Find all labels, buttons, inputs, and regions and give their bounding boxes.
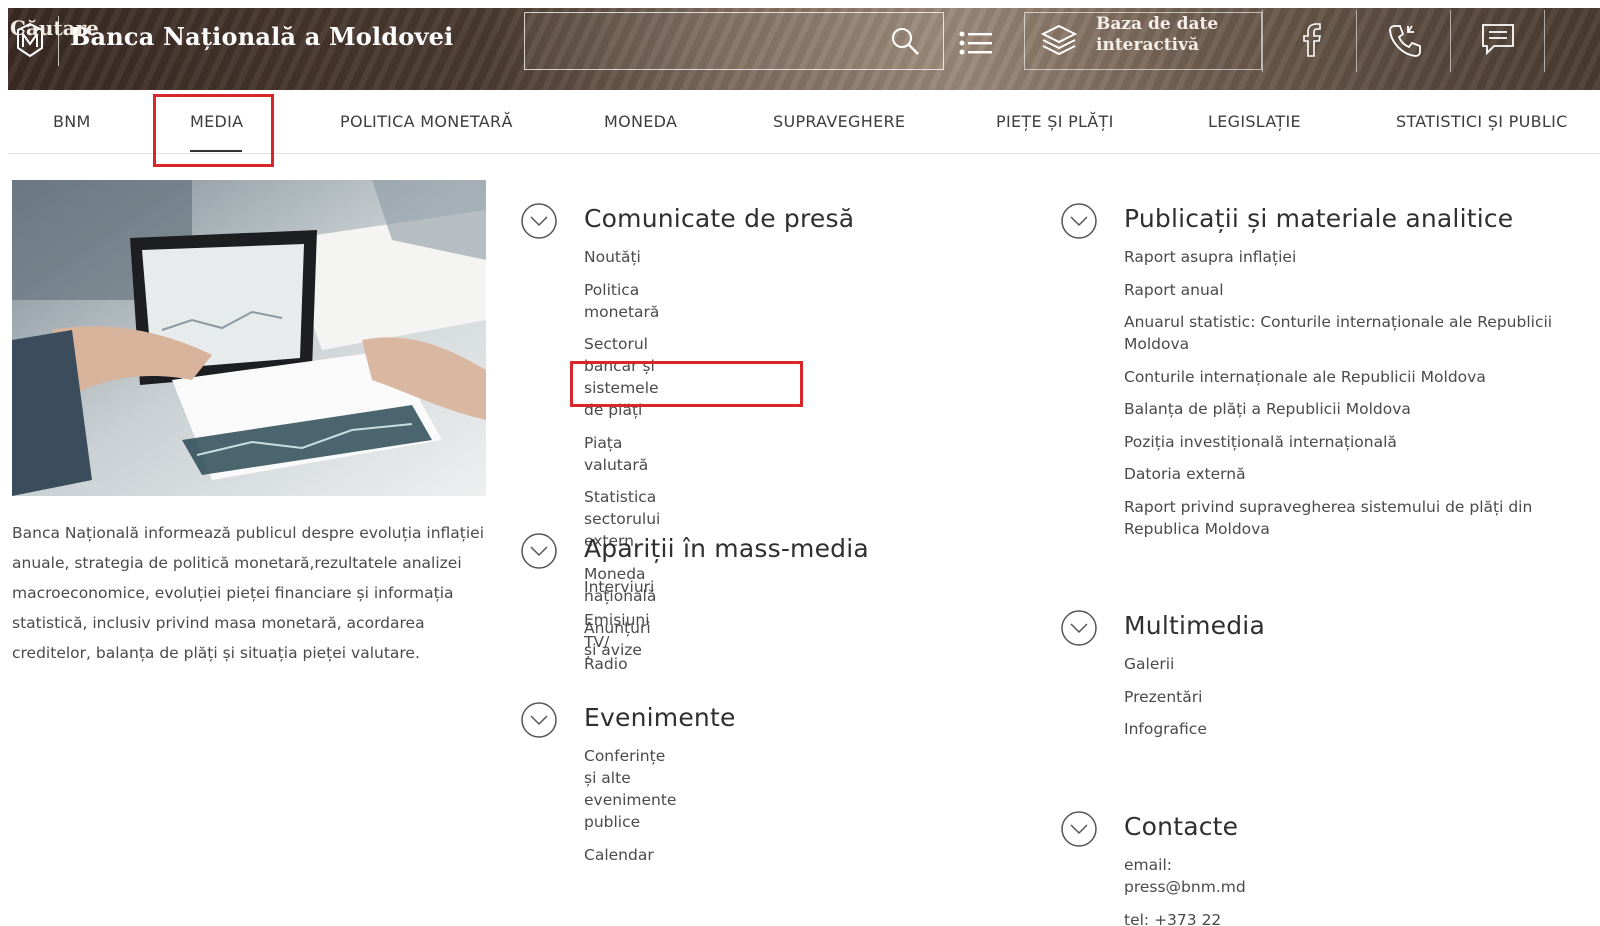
toolbar-divider [1262, 10, 1263, 72]
toolbar-divider [1450, 10, 1451, 72]
toolbar-divider [1544, 10, 1545, 72]
link-raport-anual[interactable]: Raport anual [1124, 279, 1554, 301]
chevron-down-icon[interactable] [1060, 609, 1098, 647]
media-tab-highlight [153, 94, 274, 167]
link-list: Raport asupra inflației Raport anual Anu… [1124, 246, 1554, 550]
nav-item-statistici[interactable]: STATISTICI ȘI PUBLIC [1396, 112, 1568, 131]
list-icon[interactable] [958, 30, 994, 56]
link-highlight [570, 361, 803, 407]
link-list: email: press@bnm.md tel: +373 22 822 410 [1124, 854, 1246, 926]
link-emisiuni[interactable]: Emisiuni TV/ Radio [584, 609, 654, 675]
link-datoria-externa[interactable]: Datoria externă [1124, 463, 1554, 485]
link-calendar[interactable]: Calendar [584, 844, 676, 866]
link-list: Conferințe și alte evenimente publice Ca… [584, 745, 676, 876]
link-noutati[interactable]: Noutăți [584, 246, 660, 268]
link-politica-monetara[interactable]: Politica monetară [584, 279, 660, 323]
link-raport-supraveghere[interactable]: Raport privind supravegherea sistemului … [1124, 496, 1554, 540]
link-list: Galerii Prezentări Infografice [1124, 653, 1207, 751]
link-interviuri[interactable]: Interviuri [584, 576, 654, 598]
chevron-down-icon[interactable] [520, 701, 558, 739]
search-box [524, 12, 944, 70]
nav-item-legislatie[interactable]: LEGISLAȚIE [1208, 112, 1301, 131]
link-piata-valutara[interactable]: Piața valutară [584, 432, 660, 476]
chevron-down-icon[interactable] [520, 202, 558, 240]
link-list: Interviuri Emisiuni TV/ Radio [584, 576, 654, 685]
phone-icon[interactable] [1388, 22, 1424, 58]
link-galerii[interactable]: Galerii [1124, 653, 1207, 675]
layers-icon [1040, 24, 1078, 56]
chevron-down-icon[interactable] [520, 532, 558, 570]
nav-item-piete-si-plati[interactable]: PIEȚE ȘI PLĂȚI [996, 112, 1114, 131]
link-infografice[interactable]: Infografice [1124, 718, 1207, 740]
nav-item-politica-monetara[interactable]: POLITICA MONETARĂ [340, 112, 513, 131]
link-anuarul-statistic[interactable]: Anuarul statistic: Conturile internațion… [1124, 311, 1554, 355]
section-title[interactable]: Multimedia [1124, 611, 1265, 640]
database-label[interactable]: Baza de date interactivă [1096, 14, 1246, 56]
nav-item-supraveghere[interactable]: SUPRAVEGHERE [773, 112, 905, 131]
section-title[interactable]: Publicații și materiale analitice [1124, 204, 1513, 233]
nav-item-moneda[interactable]: MONEDA [604, 112, 677, 131]
search-input[interactable] [10, 12, 350, 44]
section-title[interactable]: Comunicate de presă [584, 204, 854, 233]
contact-email[interactable]: email: press@bnm.md [1124, 854, 1246, 898]
toolbar-divider [1356, 10, 1357, 72]
link-balanta-de-plati[interactable]: Balanța de plăți a Republicii Moldova [1124, 398, 1554, 420]
link-prezentari[interactable]: Prezentări [1124, 686, 1207, 708]
chat-icon[interactable] [1480, 22, 1516, 56]
chevron-down-icon[interactable] [1060, 810, 1098, 848]
chevron-down-icon[interactable] [1060, 202, 1098, 240]
hero-image [12, 180, 486, 496]
contact-phone[interactable]: tel: +373 22 822 410 [1124, 909, 1246, 926]
section-title[interactable]: Evenimente [584, 703, 736, 732]
section-title[interactable]: Apariții în mass-media [584, 534, 869, 563]
facebook-icon[interactable] [1296, 22, 1326, 58]
link-raport-inflatie[interactable]: Raport asupra inflației [1124, 246, 1554, 268]
search-icon[interactable] [890, 26, 920, 56]
nav-item-bnm[interactable]: BNM [53, 112, 91, 131]
link-conferinte[interactable]: Conferințe și alte evenimente publice [584, 745, 676, 833]
section-title[interactable]: Contacte [1124, 812, 1238, 841]
intro-text: Banca Națională informează publicul desp… [12, 524, 485, 662]
link-conturile-internationale[interactable]: Conturile internaționale ale Republicii … [1124, 366, 1554, 388]
link-pozitia-investitionala[interactable]: Poziția investițională internațională [1124, 431, 1554, 453]
